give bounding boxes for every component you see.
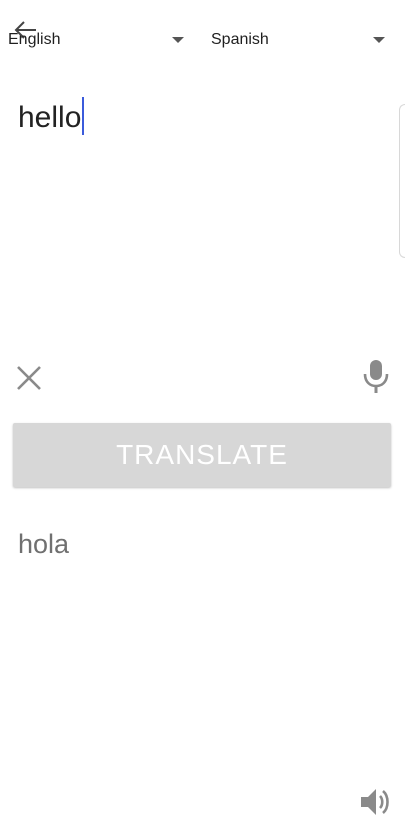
microphone-icon xyxy=(363,360,389,393)
target-language-label: Spanish xyxy=(211,31,269,48)
translate-button-label: TRANSLATE xyxy=(116,439,288,470)
source-text-value: hello xyxy=(18,101,82,134)
language-bar: English Spanish xyxy=(0,0,405,80)
clear-button[interactable] xyxy=(14,363,44,393)
speak-translation-button[interactable] xyxy=(357,784,393,820)
speaker-icon xyxy=(361,789,389,815)
target-language-select[interactable]: Spanish xyxy=(211,26,387,54)
caret-down-icon xyxy=(172,37,184,43)
text-cursor xyxy=(82,97,85,135)
translate-button[interactable]: TRANSLATE xyxy=(13,423,391,487)
source-text-input[interactable]: hello xyxy=(18,96,378,156)
close-icon xyxy=(17,366,41,390)
caret-down-icon xyxy=(373,37,385,43)
microphone-button[interactable] xyxy=(360,358,392,396)
source-language-label: English xyxy=(8,31,61,48)
source-language-select[interactable]: English xyxy=(8,26,186,54)
side-panel-handle[interactable] xyxy=(399,104,405,258)
translation-output: hola xyxy=(18,529,70,559)
